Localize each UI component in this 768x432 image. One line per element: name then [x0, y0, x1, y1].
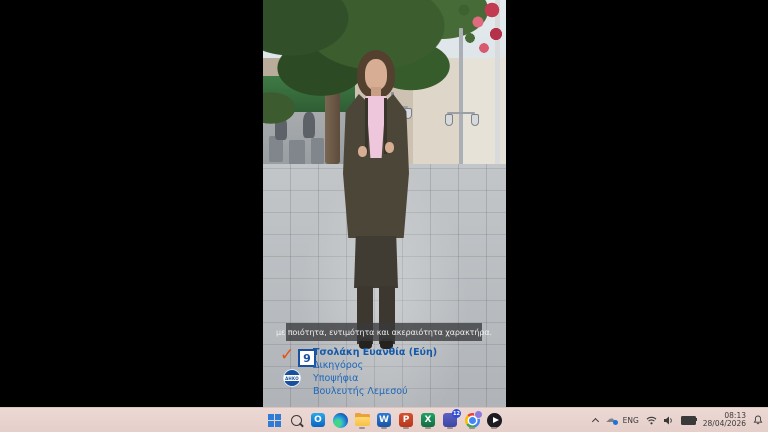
- ballot-number: 9: [303, 353, 311, 364]
- taskbar-app-icons: O W P X 12: [266, 408, 502, 432]
- wifi-icon[interactable]: [646, 416, 657, 425]
- running-indicator: [381, 427, 387, 429]
- powerpoint-icon: P: [399, 413, 413, 427]
- hand: [358, 146, 367, 157]
- notification-bell-icon[interactable]: [753, 415, 763, 425]
- start-button[interactable]: [266, 411, 282, 429]
- tray-date: 28/04/2026: [703, 420, 746, 429]
- taskbar: O W P X 12: [0, 407, 768, 432]
- battery-icon[interactable]: [681, 416, 696, 425]
- candidate-role-1: Υποψήφια: [313, 372, 437, 385]
- sync-status-dot: [613, 420, 618, 425]
- chrome-icon: [465, 413, 480, 428]
- running-indicator: [469, 427, 475, 429]
- speaker-woman: [341, 50, 411, 348]
- running-indicator: [447, 427, 453, 429]
- running-indicator: [425, 427, 431, 429]
- media-player-play-icon: [487, 413, 502, 428]
- check-icon: ✓: [280, 347, 294, 363]
- subtitle-bar: με ποιότητα, εντιμότητα και ακεραιότητα …: [286, 323, 482, 341]
- excel-button[interactable]: X: [420, 411, 436, 429]
- windows-logo-icon: [268, 414, 281, 427]
- outlook-button[interactable]: O: [310, 411, 326, 429]
- subtitle-text: με ποιότητα, εντιμότητα και ακεραιότητα …: [276, 328, 492, 337]
- hanging-flowers: [444, 0, 506, 72]
- clock[interactable]: 08:13 28/04/2026: [703, 412, 746, 429]
- desktop: { "video": { "subtitle": "με ποιότητα, ε…: [0, 0, 768, 432]
- trousers: [354, 236, 398, 288]
- candidate-info: Τσολάκη Ευανθία (Εύη) Δικηγόρος Υποψήφια…: [313, 346, 437, 398]
- media-player-button[interactable]: [486, 411, 502, 429]
- language-indicator[interactable]: ENG: [623, 416, 639, 425]
- excel-icon: X: [421, 413, 435, 427]
- powerpoint-button[interactable]: P: [398, 411, 414, 429]
- chrome-button[interactable]: [464, 411, 480, 429]
- outlook-icon: O: [311, 413, 325, 427]
- video-player[interactable]: με ποιότητα, εντιμότητα και ακεραιότητα …: [263, 0, 506, 432]
- file-explorer-button[interactable]: [354, 411, 370, 429]
- hand: [385, 142, 394, 153]
- volume-icon[interactable]: [664, 416, 674, 425]
- search-icon: [291, 415, 302, 426]
- word-icon: W: [377, 413, 391, 427]
- running-indicator: [359, 427, 365, 429]
- party-logo-diko: ΔΗΚΟ: [283, 369, 301, 387]
- face: [365, 59, 387, 90]
- teams-button[interactable]: 12: [442, 411, 458, 429]
- teams-notification-badge: 12: [452, 409, 461, 418]
- lapel: [365, 98, 368, 154]
- candidate-overlay: ✓ 9 ΔΗΚΟ Τσολάκη Ευανθία (Εύη) Δικηγόρος…: [263, 344, 506, 404]
- edge-button[interactable]: [332, 411, 348, 429]
- running-indicator: [491, 427, 497, 429]
- word-button[interactable]: W: [376, 411, 392, 429]
- candidate-name: Τσολάκη Ευανθία (Εύη): [313, 346, 437, 359]
- folder-icon: [355, 414, 370, 426]
- chrome-profile-badge: [474, 410, 483, 419]
- teams-icon: 12: [443, 413, 457, 427]
- system-tray: ☁ ENG 08:13 28/04/2026: [592, 408, 763, 432]
- edge-icon: [333, 413, 348, 428]
- running-indicator: [403, 427, 409, 429]
- search-button[interactable]: [288, 411, 304, 429]
- candidate-role-2: Βουλευτής Λεμεσού: [313, 385, 437, 398]
- onedrive-cloud-icon[interactable]: ☁: [606, 415, 616, 425]
- candidate-profession: Δικηγόρος: [313, 359, 437, 372]
- party-logo-text: ΔΗΚΟ: [285, 376, 299, 381]
- tray-chevron-up-icon[interactable]: [592, 417, 599, 424]
